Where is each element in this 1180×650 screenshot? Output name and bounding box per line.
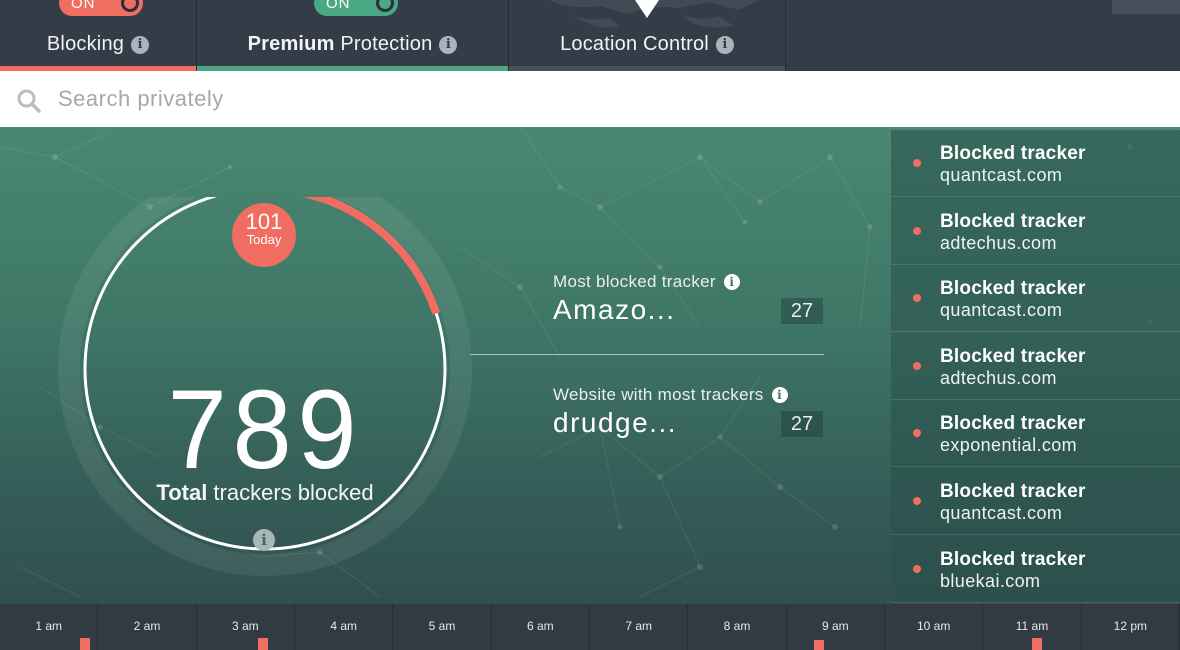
hour-label: 7 am (625, 619, 652, 633)
timeline-hour[interactable]: 2 am (98, 604, 197, 650)
tracker-list-item[interactable]: Blocked tracker adtechus.com (891, 333, 1180, 400)
timeline-hour[interactable]: 10 am (885, 604, 984, 650)
info-icon[interactable]: i (131, 36, 150, 54)
hour-label: 10 am (916, 619, 951, 633)
tracker-domain: bluekai.com (940, 570, 1041, 591)
website-most-trackers-title: Website with most trackers i (553, 385, 825, 405)
hour-label: 9 am (821, 619, 849, 633)
activity-bar (258, 638, 268, 650)
tracker-domain: adtechus.com (940, 367, 1057, 388)
total-label: Total trackers blocked (156, 480, 374, 505)
premium-toggle[interactable]: ON (314, 0, 398, 16)
today-label: Today (246, 232, 282, 247)
top-tab-bar: ON Blocking i ON Premium Protection i Loca… (0, 0, 1180, 71)
tracker-label: Blocked tracker (940, 278, 1086, 300)
tracker-label: Blocked tracker (940, 143, 1086, 164)
premium-toggle-label: ON (326, 0, 351, 12)
tab-blocking[interactable]: ON Blocking i (0, 0, 197, 71)
tracker-label: Blocked tracker (940, 210, 1086, 232)
blocking-toggle[interactable]: ON (59, 0, 143, 16)
activity-bar (814, 640, 824, 650)
hour-label: 4 am (330, 619, 357, 633)
timeline-hour[interactable]: 7 am (590, 604, 689, 650)
tab-premium-protection[interactable]: ON Premium Protection i (197, 0, 509, 71)
timeline-hour[interactable]: 12 pm (1082, 604, 1180, 650)
tracker-label: Blocked tracker (940, 481, 1086, 502)
location-pin-icon (635, 0, 659, 18)
tab-blocking-label: Blocking i (47, 33, 150, 56)
toggle-knob (121, 0, 139, 12)
timeline-hour[interactable]: 9 am (787, 604, 885, 650)
info-icon[interactable]: i (439, 36, 458, 54)
timeline-hour[interactable]: 3 am (197, 604, 295, 650)
blocking-toggle-label: ON (71, 0, 96, 12)
dashboard-main: 789 Total trackers blocked i 101 Today M… (0, 127, 1180, 604)
status-dot (913, 294, 921, 303)
status-dot (913, 564, 921, 573)
hour-label: 1 am (35, 619, 62, 633)
status-dot (913, 361, 921, 370)
info-icon[interactable]: i (723, 274, 740, 290)
hour-label: 6 am (526, 619, 554, 633)
tracker-list-item[interactable]: Blocked tracker quantcast.com (891, 265, 1180, 333)
tracker-list-item[interactable]: Blocked tracker exponential.com (891, 400, 1180, 468)
info-icon[interactable]: i (771, 387, 788, 403)
website-most-trackers-count: 27 (781, 411, 823, 437)
hour-label: 11 am (1015, 619, 1049, 633)
total-count: 789 (167, 367, 363, 492)
window-control[interactable] (1112, 0, 1180, 14)
tab-premium-label: Premium Protection i (248, 33, 458, 56)
status-dot (913, 226, 921, 235)
tracker-list-item[interactable]: Blocked tracker quantcast.com (891, 468, 1180, 535)
info-icon[interactable]: i (253, 529, 275, 551)
tracker-label: Blocked tracker (940, 345, 1086, 367)
hour-label: 3 am (231, 619, 259, 633)
timeline-hour[interactable]: 6 am (492, 604, 590, 650)
hour-label: 5 am (428, 619, 456, 633)
activity-bar (80, 638, 90, 650)
stats-divider (470, 354, 824, 355)
status-dot (913, 429, 921, 438)
tracker-domain: quantcast.com (940, 300, 1063, 321)
search-input[interactable] (58, 81, 1158, 117)
hour-label: 12 pm (1113, 619, 1147, 633)
search-icon[interactable] (16, 88, 42, 114)
most-blocked-title: Most blocked tracker i (553, 272, 825, 292)
tracker-domain: exponential.com (940, 435, 1078, 456)
today-count: 101 (245, 209, 283, 234)
tracker-list-item[interactable]: Blocked tracker bluekai.com (891, 536, 1180, 603)
tracker-label: Blocked tracker (940, 413, 1086, 435)
tracker-domain: adtechus.com (940, 232, 1057, 253)
timeline-hour[interactable]: 5 am (393, 604, 492, 650)
today-badge: 101 Today (232, 203, 296, 267)
tracker-domain: quantcast.com (940, 165, 1063, 185)
tracker-list-item[interactable]: Blocked tracker quantcast.com (891, 130, 1180, 197)
most-blocked-count: 27 (781, 298, 823, 324)
toggle-knob (376, 0, 394, 12)
timeline-hour[interactable]: 4 am (295, 604, 394, 650)
tracker-list-item[interactable]: Blocked tracker adtechus.com (891, 198, 1180, 265)
website-most-trackers-value: drudge... (553, 407, 678, 438)
tracker-label: Blocked tracker (940, 548, 1086, 570)
status-dot (913, 497, 921, 505)
status-dot (913, 159, 921, 167)
most-blocked-tracker-stat: Most blocked tracker i Amazo... 27 (553, 272, 825, 332)
total-trackers-ring: 789 Total trackers blocked i 101 Today (55, 197, 475, 604)
timeline-hour[interactable]: 8 am (688, 604, 787, 650)
hour-label: 8 am (723, 619, 751, 633)
hourly-timeline: 1 am 2 am 3 am 4 am 5 am 6 am 7 am 8 am 9 am 10 a… (0, 604, 1180, 650)
most-blocked-value: Amazo... (553, 294, 676, 325)
activity-bar (1032, 638, 1042, 650)
tab-location-control[interactable]: Location Control i (509, 0, 786, 71)
hour-label: 2 am (133, 619, 161, 633)
website-most-trackers-stat: Website with most trackers i drudge... 27 (553, 385, 825, 445)
search-bar (0, 71, 1180, 127)
blocked-tracker-list: Blocked tracker quantcast.com Blocked trac… (891, 130, 1180, 604)
tracker-domain: quantcast.com (940, 503, 1063, 523)
